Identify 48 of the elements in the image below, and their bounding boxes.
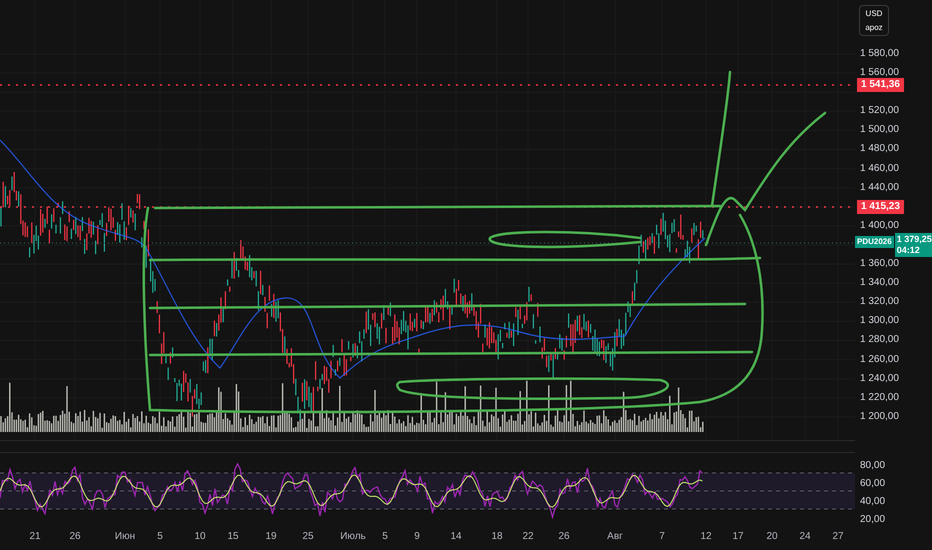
price-axis-label: 1 200,00 [859,410,900,424]
price-axis-label: 1 340,00 [859,276,900,290]
time-axis-label: 17 [732,530,744,544]
time-axis-label: 10 [194,530,206,544]
time-axis-label: 25 [302,530,314,544]
time-axis-label: 27 [832,530,844,544]
time-axis-label: 14 [450,530,462,544]
time-axis-label: 20 [766,530,778,544]
price-axis-label: 1 280,00 [859,333,900,348]
price-axis-label: 1 500,00 [859,123,900,138]
rsi-axis-label: 20,00 [859,512,886,527]
price-axis-label: 1 240,00 [859,372,900,386]
time-axis-label: Авг [607,530,623,544]
time-axis-label: 19 [265,530,277,544]
price-axis-label: 1 400,00 [859,218,900,233]
price-axis-label: 1 300,00 [859,314,900,328]
price-axis-label: 1 560,00 [859,66,900,80]
time-axis-label: 22 [522,530,534,544]
time-axis-label: 26 [558,530,570,544]
price-axis-label: 1 480,00 [859,142,900,156]
time-axis-label: Июль [340,530,366,544]
time-axis-label: Июн [114,530,136,544]
last-price-tag: 1 379,25 04:12 [894,233,932,257]
symbol-tag: PDU2026 [855,236,894,248]
rsi-axis-label: 80,00 [859,458,886,473]
price-axis-label: 1 440,00 [859,180,900,195]
price-level-tag: 1 541,36 [857,78,904,92]
time-axis-label: 7 [659,530,665,544]
price-axis-label: 1 360,00 [859,257,900,272]
time-axis-label: 5 [382,530,388,544]
price-axis-label: 1 260,00 [859,352,900,366]
price-axis-label: 1 520,00 [859,104,900,118]
time-axis-label: 5 [157,530,163,544]
rsi-axis-label: 60,00 [859,476,886,491]
time-axis-label: 21 [29,530,41,544]
currency-unit-button[interactable]: USD apoz [859,5,889,36]
price-axis-label: 1 220,00 [859,390,900,405]
price-level-tag: 1 415,23 [857,200,904,214]
rsi-axis-label: 40,00 [859,494,886,509]
time-axis-label: 12 [700,530,712,544]
time-axis-label: 26 [69,530,81,544]
price-axis-label: 1 320,00 [859,295,900,310]
time-axis-label: 18 [491,530,503,544]
time-axis-label: 9 [414,530,420,544]
price-axis-label: 1 580,00 [859,47,900,61]
price-axis-label: 1 460,00 [859,162,900,176]
time-axis-label: 15 [227,530,239,544]
time-axis-label: 24 [799,530,811,544]
